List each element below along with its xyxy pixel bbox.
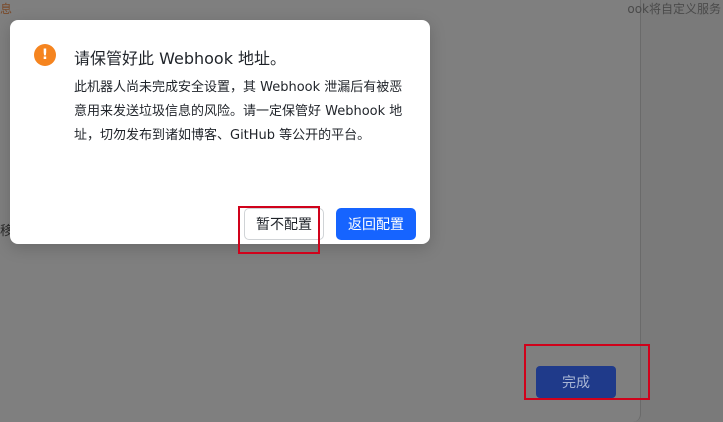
dialog-title: 请保管好此 Webhook 地址。 — [74, 49, 287, 68]
background-right-text: ook将自定义服务 — [627, 2, 721, 16]
background-left-top-text: 息 — [0, 2, 13, 16]
finish-highlight-box — [524, 344, 650, 400]
dialog-body: 此机器人尚未完成安全设置，其 Webhook 泄漏后有被恶意用来发送垃圾信息的风… — [74, 80, 403, 143]
webhook-warning-dialog: ! 请保管好此 Webhook 地址。 此机器人尚未完成安全设置，其 Webho… — [10, 20, 430, 254]
back-to-config-button[interactable]: 返回配置 — [336, 208, 416, 240]
exclamation-icon: ! — [34, 44, 56, 66]
skip-highlight-box — [238, 206, 320, 254]
